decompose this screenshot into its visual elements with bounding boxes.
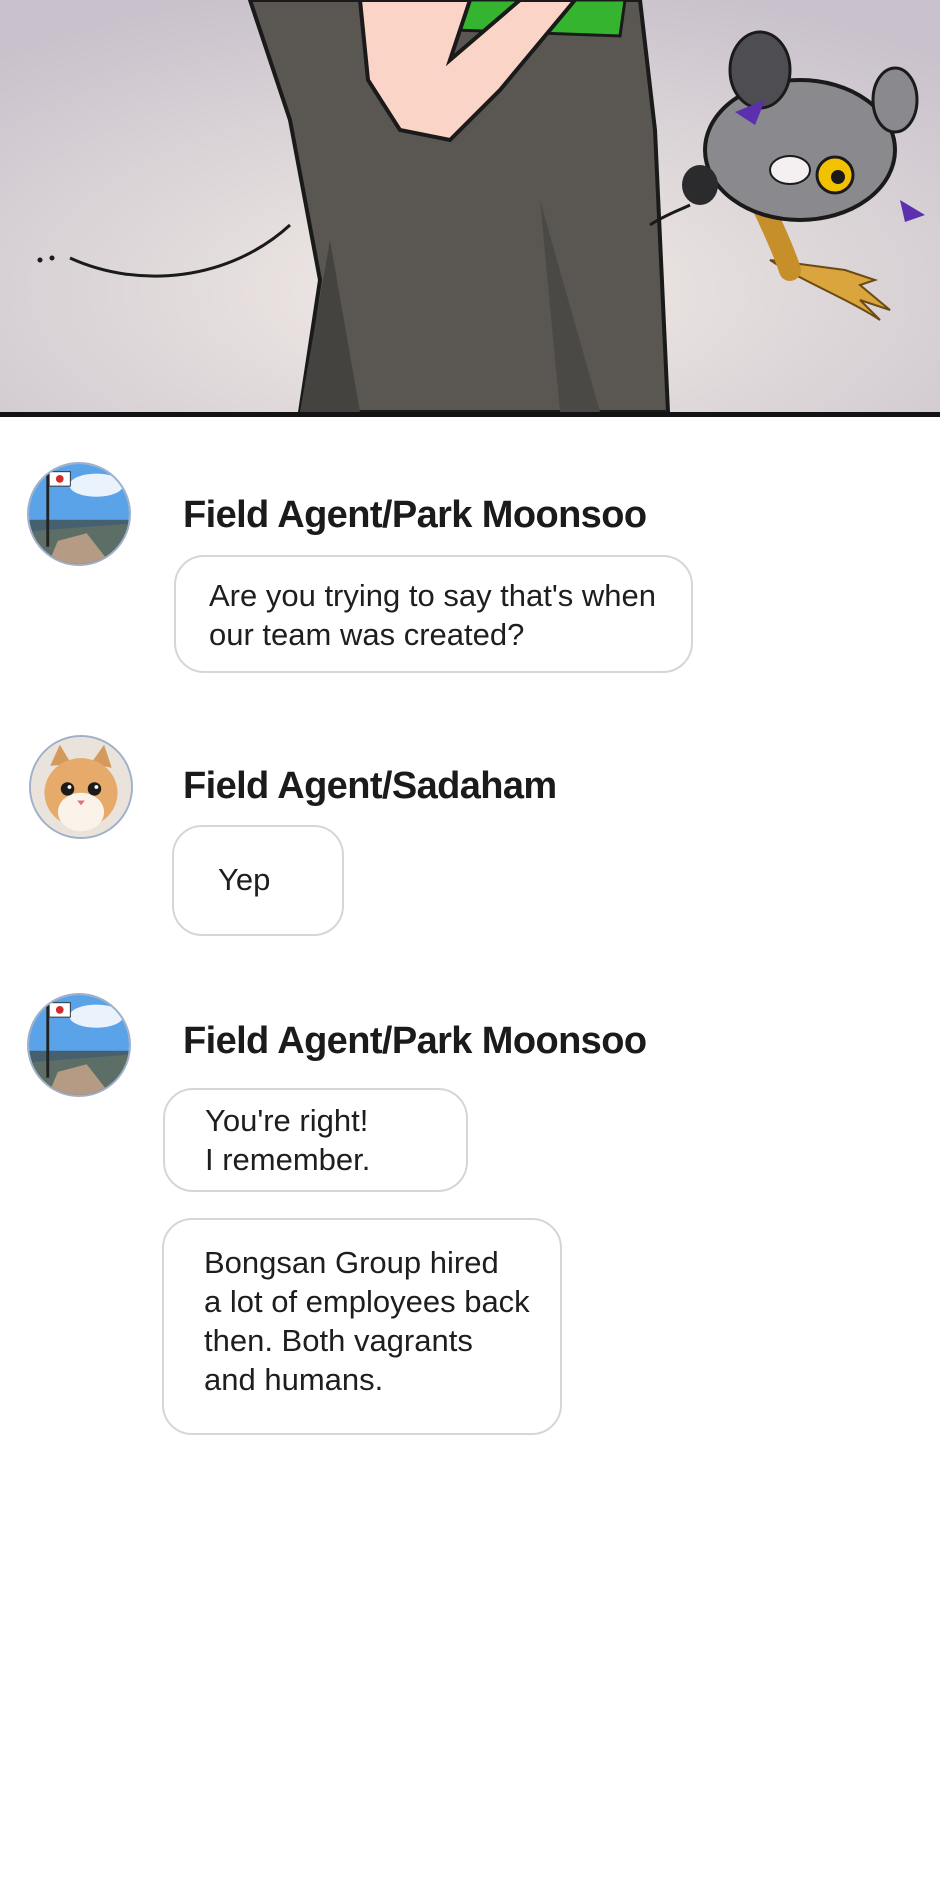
sender-name: Field Agent/Park Moonsoo bbox=[183, 1020, 647, 1062]
message-line: our team was created? bbox=[209, 617, 525, 652]
message-bubble: Are you trying to say that's when our te… bbox=[174, 555, 693, 673]
mountain-flag-icon bbox=[29, 995, 129, 1095]
message-line: and humans. bbox=[204, 1362, 384, 1397]
chat-transcript: Field Agent/Park Moonsoo Are you trying … bbox=[0, 417, 940, 1877]
avatar-park-moonsoo bbox=[27, 462, 131, 566]
sender-name: Field Agent/Sadaham bbox=[183, 765, 557, 807]
message-line: Bongsan Group hired bbox=[204, 1245, 499, 1280]
message-line: You're right! bbox=[205, 1103, 369, 1138]
kitten-icon bbox=[31, 737, 131, 837]
message-line: then. Both vagrants bbox=[204, 1323, 473, 1358]
sender-name: Field Agent/Park Moonsoo bbox=[183, 494, 647, 536]
comic-panel-illustration bbox=[0, 0, 940, 416]
message-line: I remember. bbox=[205, 1142, 371, 1177]
message-bubble: Bongsan Group hired a lot of employees b… bbox=[162, 1218, 562, 1435]
avatar-sadaham bbox=[29, 735, 133, 839]
message-line: Yep bbox=[218, 862, 271, 897]
message-bubble: You're right! I remember. bbox=[163, 1088, 468, 1192]
mountain-flag-icon bbox=[29, 464, 129, 564]
comic-panel-art bbox=[0, 0, 940, 416]
message-line: a lot of employees back bbox=[204, 1284, 530, 1319]
message-line: Are you trying to say that's when bbox=[209, 578, 657, 613]
message-bubble: Yep bbox=[172, 825, 344, 936]
avatar-park-moonsoo bbox=[27, 993, 131, 1097]
